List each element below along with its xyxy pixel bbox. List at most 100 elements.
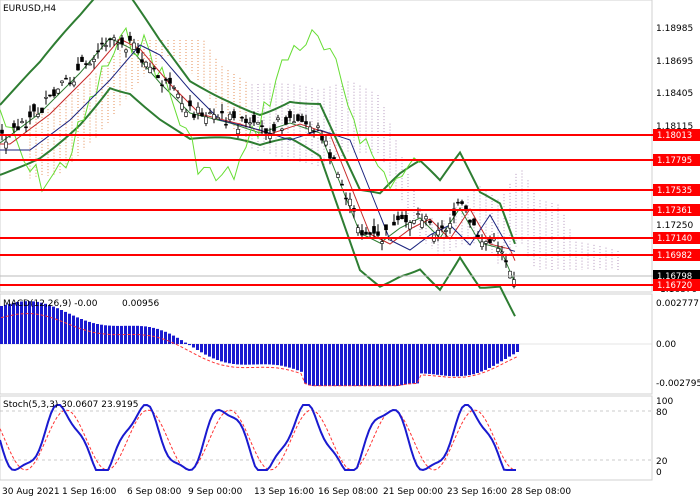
- candle-body: [340, 183, 344, 186]
- macd-bar: [180, 340, 183, 344]
- candle-body: [428, 220, 432, 224]
- macd-bar: [436, 344, 439, 375]
- macd-bar: [464, 344, 467, 376]
- candle-body: [188, 100, 192, 107]
- level-label: 1.17795: [657, 156, 692, 166]
- macd-bar: [276, 344, 279, 366]
- candle-body: [92, 58, 96, 62]
- macd-bar: [468, 344, 471, 376]
- candle-body: [228, 113, 232, 120]
- macd-bar: [432, 344, 435, 375]
- macd-bar: [64, 311, 67, 344]
- candle-body: [252, 115, 256, 123]
- macd-bar: [80, 319, 83, 344]
- candle-body: [368, 232, 372, 235]
- macd-bar: [312, 344, 315, 386]
- macd-bar: [248, 344, 251, 365]
- candle-body: [68, 82, 72, 85]
- candle-body: [400, 214, 404, 219]
- macd-bar: [192, 344, 195, 348]
- candle-body: [468, 219, 472, 223]
- stoch-tick: 100: [656, 397, 673, 407]
- macd-bar: [408, 344, 411, 384]
- macd-bar: [4, 304, 7, 344]
- level-label: 1.17535: [657, 186, 692, 196]
- candle-body: [76, 63, 80, 71]
- candle-body: [52, 89, 56, 97]
- time-tick: 13 Sep 16:00: [254, 487, 314, 497]
- candle-body: [404, 215, 408, 223]
- candle-body: [160, 84, 164, 87]
- macd-bar: [332, 344, 335, 386]
- candle-body: [440, 225, 444, 229]
- macd-bar: [84, 320, 87, 344]
- macd-bar: [100, 324, 103, 344]
- candle-body: [184, 111, 188, 117]
- macd-bar: [492, 344, 495, 366]
- macd-bar: [400, 344, 403, 386]
- candle-body: [48, 94, 52, 97]
- macd-bar: [508, 344, 511, 357]
- candle-body: [288, 111, 292, 118]
- macd-bar: [96, 324, 99, 344]
- time-tick: 21 Sep 00:00: [383, 487, 443, 497]
- time-tick: 28 Sep 08:00: [511, 487, 571, 497]
- candle-body: [504, 260, 508, 263]
- candle-body: [40, 107, 44, 113]
- candle-body: [116, 42, 120, 45]
- macd-bar: [212, 344, 215, 359]
- macd-bar: [160, 330, 163, 344]
- macd-bar: [236, 344, 239, 365]
- candle-body: [220, 111, 224, 114]
- candle-body: [140, 59, 144, 63]
- macd-bar: [224, 344, 227, 363]
- level-label: 1.17361: [657, 206, 692, 216]
- candle-body: [500, 251, 504, 254]
- macd-bar: [328, 344, 331, 386]
- macd-bar: [376, 344, 379, 386]
- candle-body: [192, 114, 196, 118]
- candle-body: [4, 141, 8, 149]
- candle-body: [376, 231, 380, 236]
- level-label: 1.16720: [657, 281, 692, 291]
- macd-bar: [56, 308, 59, 344]
- trading-chart[interactable]: EURUSD,H4 1.18985 1.18695 1.18405 1.1811…: [0, 0, 700, 500]
- macd-bar: [156, 328, 159, 344]
- macd-bar: [368, 344, 371, 386]
- macd-bar: [280, 344, 283, 366]
- stoch-label: Stoch(5,3,3) 30.0607 23.9195: [3, 400, 138, 410]
- candle-body: [180, 103, 184, 110]
- candle-body: [208, 112, 212, 114]
- macd-bar: [472, 344, 475, 375]
- macd-bar: [0, 306, 3, 344]
- time-tick: 23 Sep 16:00: [447, 487, 507, 497]
- chart-background: [0, 0, 700, 500]
- macd-bar: [364, 344, 367, 386]
- candle-body: [348, 198, 352, 206]
- candle-body: [56, 88, 60, 94]
- candle-body: [96, 50, 100, 53]
- macd-bar: [512, 344, 515, 355]
- candle-body: [284, 117, 288, 125]
- macd-label-tail: 0.00956: [122, 299, 159, 309]
- macd-bar: [216, 344, 219, 360]
- candle-body: [444, 230, 448, 232]
- macd-bar: [272, 344, 275, 365]
- candle-body: [100, 42, 104, 45]
- candle-body: [460, 201, 464, 204]
- macd-bar: [452, 344, 455, 377]
- candle-body: [144, 61, 148, 68]
- candle-body: [408, 222, 412, 230]
- candle-body: [364, 231, 368, 235]
- macd-bar: [104, 325, 107, 344]
- macd-bar: [8, 303, 11, 344]
- macd-bar: [516, 344, 519, 352]
- candle-body: [328, 152, 332, 159]
- price-tick: 1.18695: [656, 57, 693, 67]
- candle-body: [120, 37, 124, 45]
- macd-bar: [348, 344, 351, 386]
- candle-body: [112, 37, 116, 41]
- macd-bar: [200, 344, 203, 353]
- chart-title: EURUSD,H4: [3, 4, 56, 14]
- candle-body: [232, 111, 236, 119]
